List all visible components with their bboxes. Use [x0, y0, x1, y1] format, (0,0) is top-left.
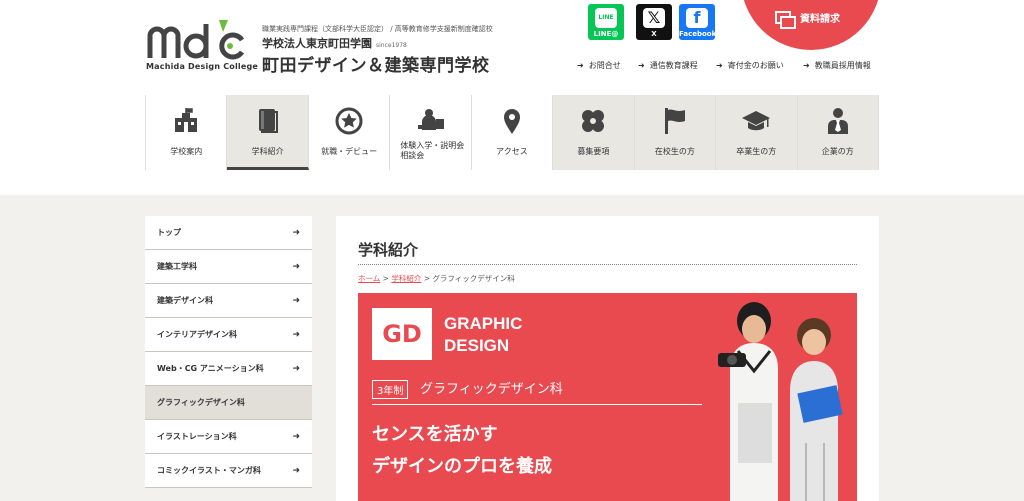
map-pin-icon: [503, 109, 520, 134]
main-nav: 学校案内 学科紹介 就職・デビュー 体験入学・説明会 相談会 アクセス 募集要項…: [145, 95, 879, 170]
nav-item-careers[interactable]: 就職・デビュー: [308, 95, 391, 170]
sidebar-item-graphic-design[interactable]: グラフィックデザイン科: [145, 386, 312, 420]
arrow-right-icon: ➜: [292, 465, 300, 476]
nav-label: アクセス: [496, 147, 528, 156]
sidebar-item-interior-design[interactable]: インテリアデザイン科 ➜: [145, 318, 312, 352]
arrow-right-icon: ➜: [292, 329, 300, 340]
clover-icon: [582, 110, 605, 132]
sidebar-menu: トップ ➜ 建築工学科 ➜ 建築デザイン科 ➜ インテリアデザイン科 ➜ Web・CG …: [145, 216, 312, 488]
facebook-label: Facebook: [679, 30, 717, 38]
banner-divider: [372, 404, 702, 405]
nav-item-companies[interactable]: 企業の方: [797, 95, 879, 170]
documents-icon: [775, 10, 796, 29]
star-badge-icon: [335, 107, 363, 135]
nav-label: 就職・デビュー: [321, 147, 378, 156]
arrow-right-icon: ➜: [292, 227, 300, 238]
sidebar-item-top[interactable]: トップ ➜: [145, 216, 312, 250]
arrow-right-icon: ➜: [292, 295, 300, 306]
nav-label: 学校案内: [170, 147, 203, 156]
util-link-donation[interactable]: ➜ 寄付金のお願い: [716, 60, 784, 71]
line-label: LINE@: [593, 30, 619, 38]
nav-item-school-guide[interactable]: 学校案内: [146, 95, 228, 170]
banner-english-title: GRAPHIC DESIGN: [444, 314, 523, 355]
facebook-button[interactable]: f Facebook: [679, 4, 717, 40]
mdc-logo[interactable]: [146, 20, 248, 60]
businessman-icon: [827, 108, 848, 134]
breadcrumb-departments[interactable]: 学科紹介: [391, 274, 421, 283]
line-icon: LINE: [595, 8, 617, 28]
breadcrumb: ホーム > 学科紹介 > グラフィックデザイン科: [358, 274, 515, 283]
main-content: 学科紹介 ホーム > 学科紹介 > グラフィックデザイン科 GD GRAPHIC…: [336, 216, 879, 501]
nav-item-current-students[interactable]: 在校生の方: [634, 95, 717, 170]
nav-item-access[interactable]: アクセス: [471, 95, 554, 170]
arrow-right-icon: ➜: [638, 61, 645, 70]
sidebar-item-comic-manga[interactable]: コミックイラスト・マンガ科 ➜: [145, 454, 312, 488]
accreditation-text: 職業実践専門課程（文部科学大臣認定） / 高等教育修学支援新制度確認校: [262, 25, 493, 33]
arrow-right-icon: ➜: [803, 61, 810, 70]
nav-item-open-campus[interactable]: 体験入学・説明会 相談会: [390, 95, 472, 170]
person-desk-icon: [417, 109, 444, 130]
department-name: グラフィックデザイン科: [420, 382, 563, 397]
nav-item-alumni[interactable]: 卒業生の方: [716, 95, 798, 170]
site-header: Machida Design College 職業実践専門課程（文部科学大臣認定…: [0, 0, 1024, 195]
sidebar-item-web-cg[interactable]: Web・CG アニメーション科 ➜: [145, 352, 312, 386]
nav-label: 卒業生の方: [736, 147, 777, 156]
util-link-correspondence[interactable]: ➜ 通信教育課程: [638, 60, 698, 71]
department-banner: GD GRAPHIC DESIGN 3年制 グラフィックデザイン科 センスを活か…: [358, 293, 857, 501]
course-length-badge: 3年制: [372, 380, 409, 399]
nav-label: 企業の方: [821, 147, 854, 156]
sidebar-item-architecture-eng[interactable]: 建築工学科 ➜: [145, 250, 312, 284]
request-label: 資料請求: [800, 14, 840, 25]
students-photo: [718, 302, 843, 501]
sidebar-item-illustration[interactable]: イラストレーション科 ➜: [145, 420, 312, 454]
nav-item-admissions[interactable]: 募集要項: [553, 95, 635, 170]
nav-label: 体験入学・説明会 相談会: [400, 141, 465, 160]
x-button[interactable]: 𝕏 X: [636, 4, 672, 40]
arrow-right-icon: ➜: [716, 61, 723, 70]
nav-item-departments[interactable]: 学科紹介: [227, 95, 309, 170]
breadcrumb-home[interactable]: ホーム: [358, 274, 380, 283]
request-materials-button[interactable]: 資料請求: [741, 0, 881, 50]
grad-cap-icon: [742, 111, 771, 131]
school-name[interactable]: 町田デザイン＆建築専門学校: [262, 51, 490, 76]
util-link-contact[interactable]: ➜ お問合せ: [577, 60, 621, 71]
arrow-right-icon: ➜: [292, 431, 300, 442]
since-text: since1978: [376, 42, 407, 49]
corporation-name: 学校法人東京町田学園 since1978: [262, 37, 407, 50]
facebook-icon: f: [686, 8, 708, 28]
nav-label: 募集要項: [577, 147, 610, 156]
logo-subtitle: Machida Design College: [146, 62, 259, 71]
banner-catchphrase: センスを活かす デザインのプロを養成: [372, 424, 552, 477]
title-divider: [358, 264, 857, 265]
flag-icon: [664, 108, 685, 134]
line-button[interactable]: LINE LINE@: [588, 4, 624, 40]
school-icon: [175, 108, 198, 132]
x-label: X: [651, 30, 657, 38]
sidebar-item-architecture-design[interactable]: 建築デザイン科 ➜: [145, 284, 312, 318]
arrow-right-icon: ➜: [292, 261, 300, 272]
x-icon: 𝕏: [643, 8, 665, 28]
department-badge: GD: [372, 308, 432, 360]
nav-label: 学科紹介: [251, 147, 284, 156]
book-icon: [258, 109, 278, 133]
arrow-right-icon: ➜: [292, 363, 300, 374]
arrow-right-icon: ➜: [577, 61, 584, 70]
nav-label: 在校生の方: [654, 147, 695, 156]
util-link-recruit[interactable]: ➜ 教職員採用情報: [803, 60, 871, 71]
breadcrumb-current: グラフィックデザイン科: [432, 274, 515, 283]
page-title: 学科紹介: [358, 241, 419, 259]
